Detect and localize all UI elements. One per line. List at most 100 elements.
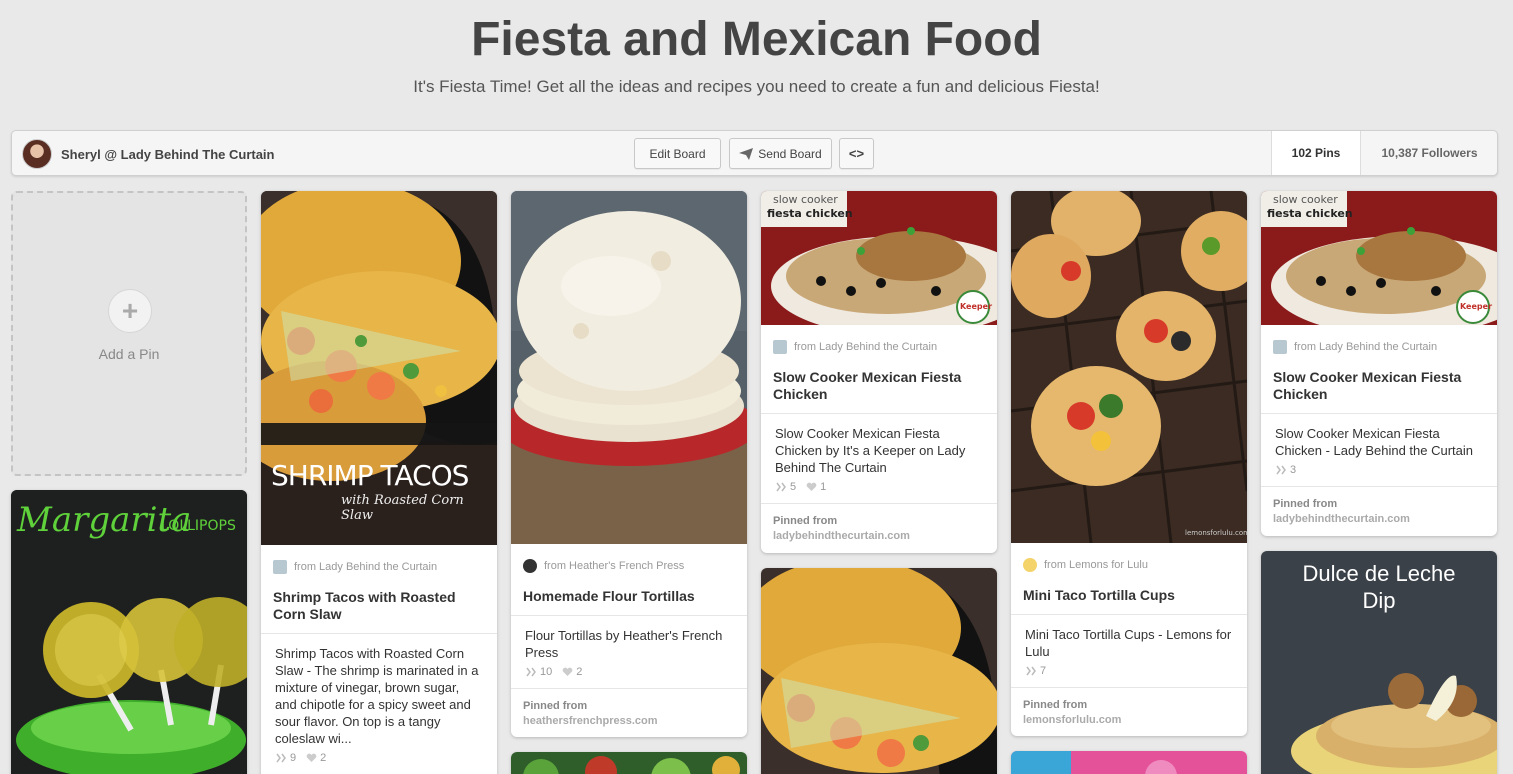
pinned-from-domain[interactable]: heathersfrenchpress.com	[523, 714, 735, 729]
repin-count: 9	[275, 752, 296, 764]
pin-stats: 5 1	[761, 476, 997, 503]
tortillas-illustration	[511, 191, 747, 544]
owner-name[interactable]: Sheryl @ Lady Behind The Curtain	[61, 147, 274, 162]
pinned-from-label: Pinned from	[1023, 699, 1088, 711]
pin-card[interactable]: lemonsforlulu.com from Lemons for Lulu M…	[1011, 191, 1247, 736]
pin-card[interactable]: slow cooker fiesta chicken Keeper from L…	[761, 191, 997, 553]
avatar[interactable]	[22, 139, 52, 169]
pin-card[interactable]: SHRIMP TACOS with Roasted Corn Slaw from…	[261, 191, 497, 774]
board-description: It's Fiesta Time! Get all the ideas and …	[413, 77, 1100, 96]
overlay-title-line2: Dip	[1362, 588, 1396, 613]
pins-count-tab[interactable]: 102 Pins	[1271, 131, 1360, 175]
taco-cups-illustration	[1011, 191, 1247, 543]
pin-card[interactable]: Margarita LOLLIPOPS	[11, 490, 247, 774]
board-toolbar: Sheryl @ Lady Behind The Curtain Edit Bo…	[11, 130, 1498, 176]
pin-source-label: from Lady Behind the Curtain	[294, 561, 438, 573]
pin-card[interactable]: Dulce de Leche Dip	[1261, 551, 1497, 774]
pin-image[interactable]	[1011, 751, 1247, 774]
pinned-from-domain[interactable]: lemonsforlulu.com	[1023, 713, 1235, 728]
pin-source[interactable]: from Lady Behind the Curtain	[261, 545, 497, 589]
pin-card[interactable]	[1011, 751, 1247, 774]
pin-title[interactable]: Slow Cooker Mexican Fiesta Chicken	[761, 369, 997, 414]
pinned-from[interactable]: Pinned from lemonsforlulu.com	[1011, 687, 1247, 736]
repin-count: 5	[775, 481, 796, 493]
like-count: 2	[306, 752, 326, 764]
pinned-from[interactable]: Pinned from ladybehindthecurtain.com	[1261, 486, 1497, 536]
overlay-subtitle: with Roasted Corn Slaw	[341, 493, 464, 523]
overlay-title: fiesta chicken	[1267, 207, 1353, 220]
source-avatar-icon	[1273, 340, 1287, 354]
heart-icon	[306, 753, 317, 762]
repin-icon	[526, 667, 536, 677]
pin-title[interactable]: Homemade Flour Tortillas	[511, 588, 747, 616]
send-board-button[interactable]: Send Board	[729, 138, 832, 169]
like-count-value: 1	[820, 481, 827, 493]
pin-card[interactable]: slow cooker fiesta chicken Keeper from L…	[1261, 191, 1497, 536]
pin-title[interactable]: Mini Taco Tortilla Cups	[1011, 587, 1247, 615]
edit-board-button[interactable]: Edit Board	[634, 138, 721, 169]
heart-icon	[806, 482, 817, 491]
pin-image[interactable]: lemonsforlulu.com	[1011, 191, 1247, 543]
repin-count-value: 9	[290, 752, 297, 764]
pin-description: Shrimp Tacos with Roasted Corn Slaw - Th…	[275, 646, 479, 746]
pin-image[interactable]: Margarita LOLLIPOPS	[11, 490, 247, 774]
repin-count-value: 5	[790, 481, 797, 493]
like-count-value: 2	[320, 752, 327, 764]
board-owner[interactable]: Sheryl @ Lady Behind The Curtain	[22, 139, 274, 169]
pin-title[interactable]: Shrimp Tacos with Roasted Corn Slaw	[261, 589, 497, 634]
pin-source[interactable]: from Lady Behind the Curtain	[1261, 325, 1497, 369]
pin-card[interactable]	[761, 568, 997, 774]
repin-icon	[1026, 666, 1036, 676]
pin-source[interactable]: from Lemons for Lulu	[1011, 543, 1247, 587]
pin-image[interactable]	[511, 191, 747, 544]
followers-count-tab[interactable]: 10,387 Followers	[1360, 131, 1498, 175]
repin-icon	[276, 753, 286, 763]
pin-description: Slow Cooker Mexican Fiesta Chicken - Lad…	[1275, 426, 1474, 458]
pin-source-label: from Lemons for Lulu	[1044, 559, 1148, 571]
pinned-from[interactable]: Pinned from ladybehindthecurtain.com	[761, 503, 997, 553]
plus-icon: +	[108, 289, 152, 333]
like-count: 1	[806, 481, 826, 493]
repin-count: 3	[1275, 464, 1296, 476]
pinned-from-domain[interactable]: ladybehindthecurtain.com	[773, 529, 985, 544]
repin-icon	[1276, 465, 1286, 475]
embed-icon: <>	[848, 146, 865, 161]
pins-count-label: 102 Pins	[1291, 146, 1341, 160]
overlay-title: fiesta chicken	[767, 207, 853, 220]
edit-board-label: Edit Board	[649, 146, 706, 161]
pinned-from-label: Pinned from	[1273, 498, 1338, 510]
source-avatar-icon	[1023, 558, 1037, 572]
send-board-label: Send Board	[758, 146, 822, 161]
heart-icon	[562, 667, 573, 676]
pinned-from-domain[interactable]: ladybehindthecurtain.com	[1273, 512, 1485, 527]
pin-image[interactable]	[511, 752, 747, 774]
pin-image[interactable]: SHRIMP TACOS with Roasted Corn Slaw	[261, 191, 497, 545]
pin-card[interactable]: from Heather's French Press Homemade Flo…	[511, 191, 747, 737]
board-title: Fiesta and Mexican Food	[471, 13, 1042, 66]
pinned-from[interactable]: Pinned from heathersfrenchpress.com	[511, 688, 747, 737]
pin-source[interactable]: from Heather's French Press	[511, 544, 747, 588]
pin-image[interactable]: slow cooker fiesta chicken Keeper	[761, 191, 997, 325]
pin-source[interactable]: from Lady Behind the Curtain	[761, 325, 997, 369]
pin-stats: 10 2	[511, 661, 747, 688]
pin-stats: 3	[1261, 459, 1497, 486]
overlay-title: Dulce de Leche	[1302, 561, 1456, 586]
source-avatar-icon	[523, 559, 537, 573]
pin-source-label: from Lady Behind the Curtain	[794, 341, 938, 353]
pin-title[interactable]: Slow Cooker Mexican Fiesta Chicken	[1261, 369, 1497, 414]
overlay-subtitle: slow cooker	[1273, 193, 1338, 206]
salad-illustration	[511, 752, 747, 774]
pin-image[interactable]: Dulce de Leche Dip	[1261, 551, 1497, 774]
pin-image[interactable]	[761, 568, 997, 774]
add-pin-card[interactable]: + Add a Pin	[11, 191, 247, 476]
pin-stats: 9 2	[261, 747, 497, 774]
like-count-value: 2	[576, 666, 583, 678]
pin-card[interactable]	[511, 752, 747, 774]
pin-description: Mini Taco Tortilla Cups - Lemons for Lul…	[1025, 627, 1232, 659]
source-avatar-icon	[273, 560, 287, 574]
party-illustration	[1011, 751, 1247, 774]
embed-button[interactable]: <>	[839, 138, 874, 169]
pin-image[interactable]: slow cooker fiesta chicken Keeper	[1261, 191, 1497, 325]
keeper-badge: Keeper	[960, 302, 993, 311]
repin-count: 10	[525, 666, 552, 678]
